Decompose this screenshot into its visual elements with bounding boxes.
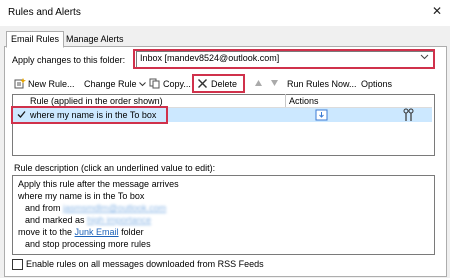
rss-checkbox[interactable]	[12, 259, 23, 270]
stop-processing-icon	[402, 108, 415, 122]
delete-x-icon	[197, 78, 209, 89]
sender-address-link[interactable]: jasmsmdlm@outlook.com	[63, 203, 166, 213]
column-header-actions: Actions	[289, 96, 319, 106]
tab-email-rules[interactable]: Email Rules	[6, 31, 65, 48]
chevron-down-icon	[139, 79, 146, 89]
description-line: where my name is in the To box	[18, 191, 145, 201]
description-text: move it to the	[18, 227, 73, 237]
move-up-icon[interactable]	[254, 78, 263, 90]
new-rule-label: New Rule...	[28, 79, 75, 89]
rss-checkbox-label: Enable rules on all messages downloaded …	[26, 259, 264, 269]
window-title: Rules and Alerts	[8, 7, 81, 18]
change-rule-button[interactable]: Change Rule	[84, 78, 146, 90]
rule-row-highlight-box	[11, 106, 168, 124]
column-divider	[285, 94, 286, 107]
new-rule-button[interactable]: New Rule...	[14, 78, 75, 90]
copy-icon	[149, 78, 161, 89]
rule-description-label: Rule description (click an underlined va…	[14, 163, 216, 173]
delete-button[interactable]: Delete	[197, 78, 237, 90]
description-text: folder	[121, 227, 144, 237]
move-to-folder-icon	[315, 109, 328, 121]
description-line: Apply this rule after the message arrive…	[18, 179, 179, 189]
description-line: move it to the Junk Email folder	[18, 227, 144, 238]
new-rule-icon	[14, 78, 26, 89]
move-down-icon[interactable]	[270, 78, 279, 90]
folder-highlight-box	[133, 49, 435, 69]
description-line: and stop processing more rules	[25, 239, 151, 249]
run-rules-now-button[interactable]: Run Rules Now...	[287, 78, 357, 90]
copy-label: Copy...	[163, 79, 191, 89]
tab-manage-alerts[interactable]: Manage Alerts	[62, 33, 128, 45]
change-rule-label: Change Rule	[84, 79, 137, 89]
delete-label: Delete	[211, 79, 238, 89]
description-text: and from	[25, 203, 61, 213]
options-button[interactable]: Options	[361, 78, 392, 90]
description-line: and marked as high importance	[25, 215, 151, 226]
importance-link[interactable]: high importance	[87, 215, 151, 225]
apply-folder-label: Apply changes to this folder:	[12, 55, 126, 65]
description-line: and from jasmsmdlm@outlook.com	[25, 203, 166, 214]
close-icon[interactable]: ✕	[430, 4, 444, 18]
description-text: and marked as	[25, 215, 85, 225]
junk-email-folder-link[interactable]: Junk Email	[75, 227, 119, 237]
copy-button[interactable]: Copy...	[149, 78, 191, 90]
